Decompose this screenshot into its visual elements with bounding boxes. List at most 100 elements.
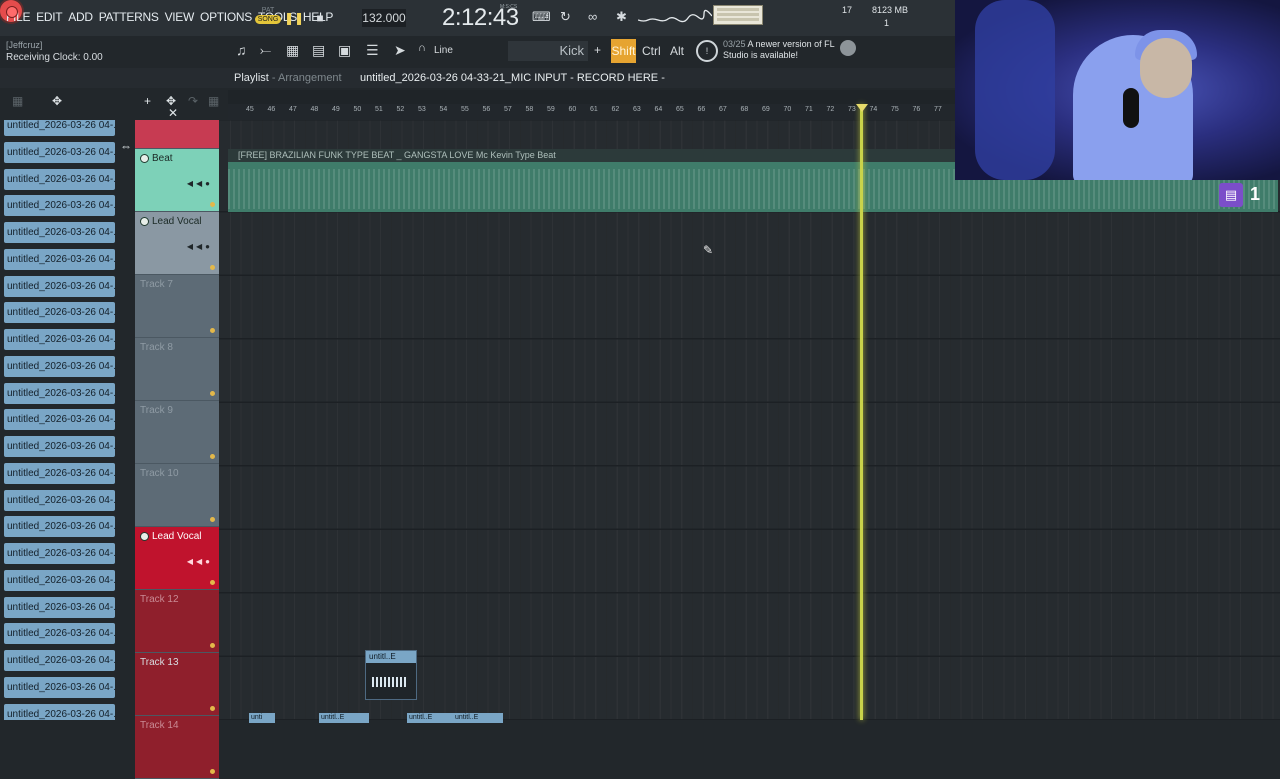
alt-key-button[interactable]: Alt: [670, 44, 684, 58]
magnet-icon[interactable]: ∩: [418, 42, 426, 54]
picker-item[interactable]: untitled_2026-03-26 04-...: [4, 596, 115, 618]
metronome-icon[interactable]: ✱: [616, 9, 627, 25]
track-header[interactable]: ◀◀● Lead Vocal: [135, 527, 219, 590]
vocal-audio-clip[interactable]: untitl..E: [365, 650, 417, 700]
track-dot-icon[interactable]: [210, 265, 215, 270]
piano-roll-icon[interactable]: ▤: [312, 42, 325, 59]
picker-item[interactable]: untitled_2026-03-26 04-...: [4, 382, 115, 404]
channel-selector[interactable]: Kick: [508, 41, 588, 61]
timeline-ruler[interactable]: 45 46 47 48 49 50 51 52 53 54 55 56 57 58 59 60 61 62 63 64…: [228, 104, 955, 121]
track-dot-icon[interactable]: [210, 328, 215, 333]
track-header[interactable]: Track 13: [135, 653, 219, 716]
picker-item[interactable]: untitled_2026-03-26 04-...: [4, 302, 115, 324]
picker-item[interactable]: untitled_2026-03-26 04-...: [4, 329, 115, 350]
track-dot-icon[interactable]: [210, 580, 215, 585]
track-dot-icon[interactable]: [210, 643, 215, 648]
track-enable-icon[interactable]: [140, 531, 149, 541]
menu-view[interactable]: VIEW: [165, 10, 195, 24]
fl-logo-icon[interactable]: [840, 40, 856, 56]
track-dot-icon[interactable]: [210, 391, 215, 396]
track-enable-icon[interactable]: [140, 216, 149, 226]
mouse-cursor-icon: ✎: [703, 243, 714, 257]
menu-options[interactable]: OPTIONS: [200, 10, 252, 24]
picker-item[interactable]: untitled_2026-03-26 04-...: [4, 623, 115, 645]
playhead-marker[interactable]: [856, 104, 868, 112]
snap-icon[interactable]: ⤚: [260, 42, 271, 59]
mini-clip-3[interactable]: untitl..E: [407, 713, 453, 723]
picker-item[interactable]: untitled_2026-03-26 04-...: [4, 275, 115, 297]
picker-item[interactable]: untitled_2026-03-26 04-...: [4, 355, 115, 377]
track-header[interactable]: ◀◀● Lead Vocal: [135, 212, 219, 275]
microphone-icon[interactable]: ♫: [236, 42, 247, 58]
track-dot-icon[interactable]: [210, 706, 215, 711]
ruler-tick: 71: [805, 106, 813, 113]
picker-item[interactable]: untitled_2026-03-26 04-...: [4, 462, 115, 484]
countdown-icon[interactable]: ↻: [560, 9, 571, 25]
track-enable-icon[interactable]: [140, 153, 149, 163]
mini-clip-2[interactable]: untitl..E: [319, 713, 369, 723]
link-icon[interactable]: ↷: [188, 94, 198, 108]
track-dot-icon[interactable]: [210, 454, 215, 459]
picker-item[interactable]: untitled_2026-03-26 04-...: [4, 543, 115, 564]
pause-button[interactable]: ❚❚: [284, 8, 304, 28]
picker-item[interactable]: untitled_2026-03-26 04-...: [4, 569, 115, 591]
typing-keyboard-icon[interactable]: ⌨: [532, 9, 551, 25]
track-controls-icon[interactable]: ◀◀●: [187, 179, 213, 188]
mini-clip-1[interactable]: unti: [249, 713, 275, 723]
track-controls-icon[interactable]: ◀◀●: [187, 242, 213, 251]
track-header[interactable]: ◀◀● Beat: [135, 149, 219, 212]
picker-item[interactable]: untitled_2026-03-26 04-...: [4, 703, 115, 720]
song-overview[interactable]: [228, 90, 955, 104]
picker-item[interactable]: untitled_2026-03-26 04-...: [4, 222, 115, 243]
channel-rack-icon[interactable]: ▣: [338, 42, 351, 59]
picker-item[interactable]: untitled_2026-03-26 04-...: [4, 516, 115, 538]
picker-item[interactable]: untitled_2026-03-26 04-...: [4, 676, 115, 698]
menu-edit[interactable]: EDIT: [36, 10, 62, 24]
stop-button[interactable]: ■: [310, 8, 330, 28]
menu-patterns[interactable]: PATTERNS: [99, 10, 159, 24]
update-bell-icon[interactable]: !: [696, 40, 718, 62]
add-track-icon[interactable]: +: [144, 94, 151, 108]
mixer-icon[interactable]: ☰: [366, 42, 379, 59]
arrangement-label[interactable]: - Arrangement: [272, 72, 342, 84]
arrow-right-icon[interactable]: ➤: [394, 42, 406, 59]
picker-item[interactable]: untitled_2026-03-26 04-...: [4, 248, 115, 270]
track-header[interactable]: Track 10: [135, 464, 219, 527]
picker-item[interactable]: untitled_2026-03-26 04-...: [4, 409, 115, 431]
picker-item[interactable]: untitled_2026-03-26 04-...: [4, 436, 115, 457]
picker-item[interactable]: untitled_2026-03-26 04-...: [4, 195, 115, 217]
mini-clip-4[interactable]: untitl..E: [453, 713, 503, 723]
grid-icon[interactable]: ▦: [12, 94, 23, 108]
picker-item[interactable]: untitled_2026-03-26 04-...: [4, 489, 115, 511]
track-header[interactable]: Track 12: [135, 590, 219, 653]
shift-key-button[interactable]: Shift: [611, 39, 636, 63]
track-controls-icon[interactable]: ◀◀●: [187, 557, 213, 566]
track-header[interactable]: Track 7: [135, 275, 219, 338]
ctrl-key-button[interactable]: Ctrl: [642, 44, 661, 58]
pan-icon[interactable]: ✥: [52, 94, 62, 108]
ruler-tick: 59: [547, 106, 555, 113]
snap-select[interactable]: Line: [434, 45, 453, 56]
update-hint[interactable]: 03/25 A newer version of FL Studio is av…: [723, 39, 843, 61]
menu-icon[interactable]: ▦: [208, 94, 219, 108]
track-header[interactable]: Track 9: [135, 401, 219, 464]
close-icon[interactable]: ✕: [168, 106, 178, 120]
picker-item[interactable]: untitled_2026-03-26 04-...: [4, 141, 115, 163]
tempo-display[interactable]: 132.000: [362, 9, 406, 27]
pat-song-toggle[interactable]: PAT SONG: [255, 6, 281, 24]
cpu-value: 17: [842, 5, 853, 15]
playlist-icon[interactable]: ▦: [286, 42, 299, 59]
track-header[interactable]: [135, 120, 219, 149]
track-header[interactable]: Track 14: [135, 716, 219, 779]
loop-record-icon[interactable]: ∞: [588, 9, 597, 24]
playhead[interactable]: [860, 104, 863, 720]
picker-item[interactable]: untitled_2026-03-26 04-...: [4, 120, 115, 136]
add-channel-button[interactable]: +: [594, 43, 601, 57]
picker-item[interactable]: untitled_2026-03-26 04-...: [4, 168, 115, 190]
track-header[interactable]: Track 8: [135, 338, 219, 401]
menu-add[interactable]: ADD: [68, 10, 93, 24]
picker-item[interactable]: untitled_2026-03-26 04-...: [4, 650, 115, 671]
track-dot-icon[interactable]: [210, 769, 215, 774]
track-dot-icon[interactable]: [210, 517, 215, 522]
track-dot-icon[interactable]: [210, 202, 215, 207]
